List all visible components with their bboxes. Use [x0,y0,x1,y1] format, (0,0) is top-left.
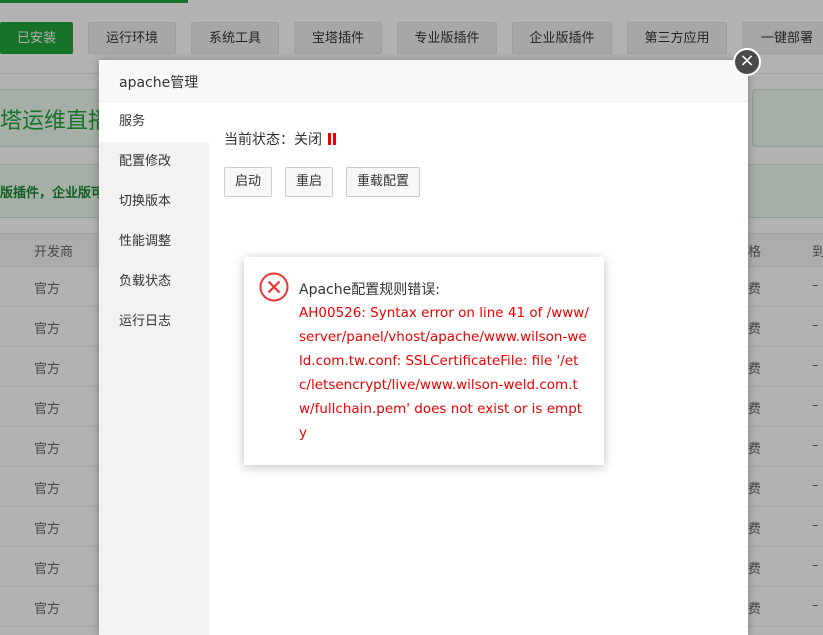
dialog-header: apache管理 [99,60,748,102]
menu-config-edit[interactable]: 配置修改 [99,142,209,182]
menu-run-log[interactable]: 运行日志 [99,302,209,342]
dialog-title: apache管理 [119,75,199,91]
service-status: 当前状态：关闭 [224,129,336,149]
reload-config-button[interactable]: 重载配置 [346,167,421,197]
menu-load-status[interactable]: 负载状态 [99,262,209,302]
menu-performance[interactable]: 性能调整 [99,222,209,262]
stopped-icon [328,133,336,145]
status-label: 当前状态： [224,132,294,148]
menu-switch-version[interactable]: 切换版本 [99,182,209,222]
close-icon[interactable]: × [733,48,761,76]
error-message: AH00526: Syntax error on line 41 of /www… [299,305,589,441]
dialog-sidebar: 服务 配置修改 切换版本 性能调整 负载状态 运行日志 [99,102,209,635]
error-title: Apache配置规则错误: [299,282,440,298]
error-icon [259,272,289,302]
status-value: 关闭 [294,132,322,148]
menu-service[interactable]: 服务 [99,102,209,142]
start-button[interactable]: 启动 [224,167,273,197]
error-dialog: Apache配置规则错误: AH00526: Syntax error on l… [244,257,604,465]
restart-button[interactable]: 重启 [285,167,334,197]
